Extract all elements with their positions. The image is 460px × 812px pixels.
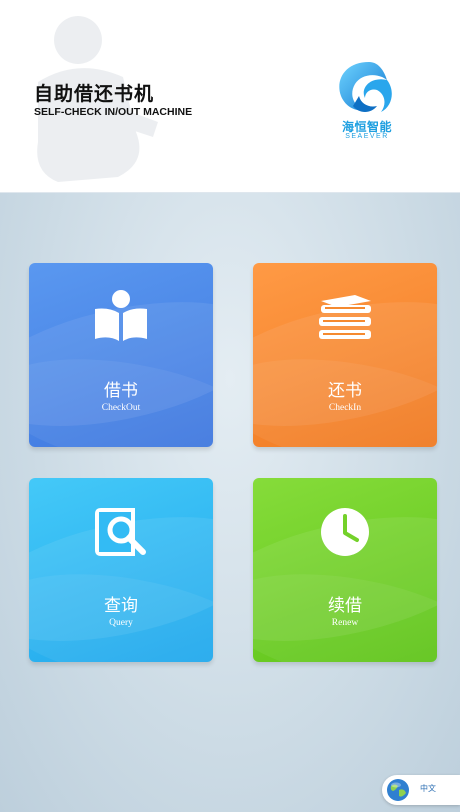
app-screen: 自助借还书机 SELF-CHECK IN/OUT MACHINE 海恒智能 SE… [0, 0, 460, 812]
query-button[interactable]: 查询 Query [29, 478, 213, 662]
open-book-icon [95, 290, 147, 341]
language-label: 中文 [420, 784, 436, 793]
book-stack-icon [319, 295, 371, 339]
checkout-label: 借书 [104, 381, 138, 401]
language-switch-button[interactable]: 中文 [382, 775, 460, 805]
checkout-button[interactable]: 借书 CheckOut [29, 263, 213, 447]
header: 自助借还书机 SELF-CHECK IN/OUT MACHINE 海恒智能 SE… [0, 0, 460, 193]
logo-subtext: SEAEVER [345, 133, 389, 140]
book-search-icon [95, 508, 146, 556]
clock-icon [321, 508, 369, 556]
page-title: 自助借还书机 [34, 83, 155, 105]
query-label: 查询 [104, 596, 138, 616]
checkin-button[interactable]: 还书 CheckIn [253, 263, 437, 447]
checkin-label: 还书 [328, 381, 362, 401]
checkout-sublabel: CheckOut [101, 403, 141, 413]
renew-button[interactable]: 续借 Renew [253, 478, 437, 662]
renew-label: 续借 [328, 596, 362, 616]
renew-sublabel: Renew [331, 618, 359, 628]
globe-icon [387, 779, 409, 801]
checkin-sublabel: CheckIn [328, 403, 362, 413]
query-sublabel: Query [109, 618, 133, 628]
page-subtitle: SELF-CHECK IN/OUT MACHINE [34, 106, 193, 118]
